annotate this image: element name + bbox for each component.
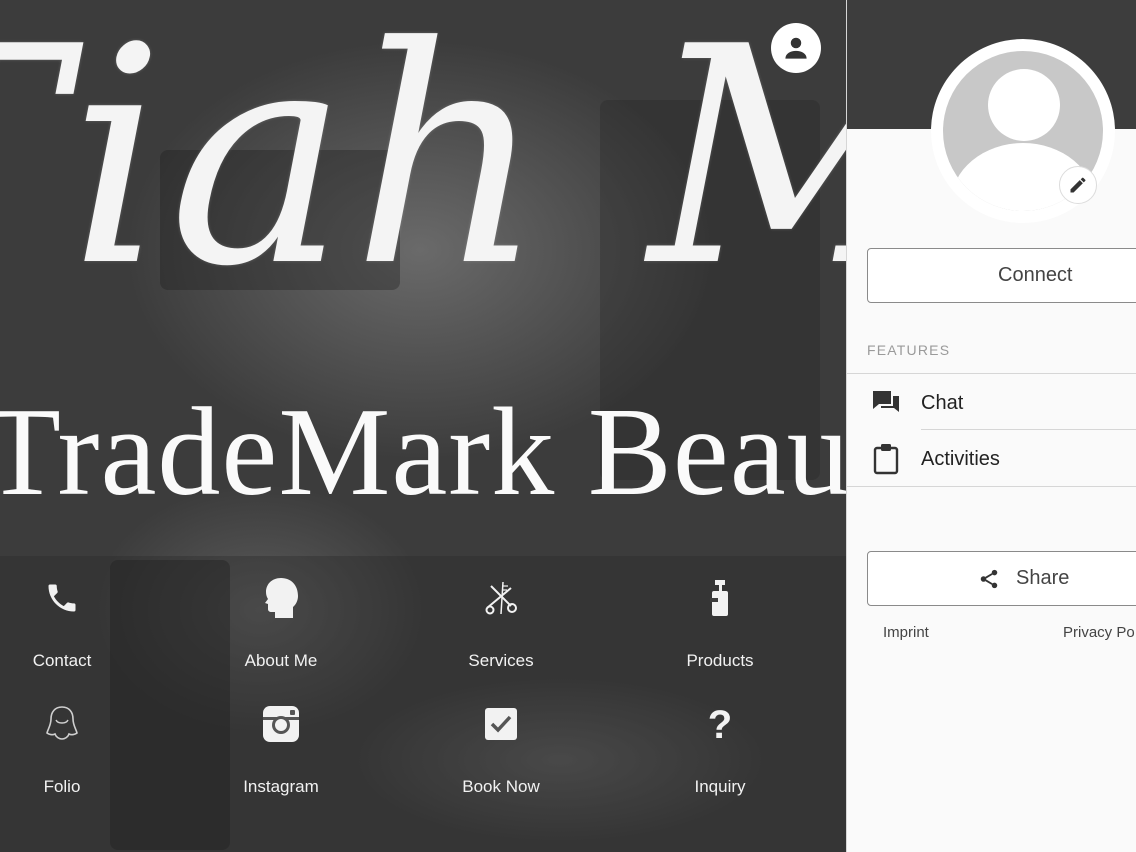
feature-label: Chat: [921, 391, 964, 414]
share-button[interactable]: Share: [867, 551, 1136, 606]
connect-button[interactable]: Connect: [867, 248, 1136, 303]
side-panel: Connect FEATURES Chat Activities Share I…: [846, 0, 1136, 852]
feature-label: Activities: [921, 447, 1000, 470]
feature-activities[interactable]: Activities: [847, 431, 1136, 487]
pencil-icon: [1070, 177, 1086, 193]
head-silhouette-icon: [259, 576, 303, 620]
menu-item-folio[interactable]: Folio: [0, 682, 172, 802]
pump-bottle-icon: [698, 576, 742, 620]
menu-label: Book Now: [462, 777, 540, 796]
menu-item-inquiry[interactable]: ? Inquiry: [610, 682, 830, 802]
imprint-link[interactable]: Imprint: [883, 624, 929, 641]
menu-label: Folio: [43, 777, 81, 796]
menu-label: Products: [686, 651, 754, 670]
salon-tagline: TradeMark Beauty: [0, 383, 846, 522]
menu-label: About Me: [244, 651, 318, 670]
chat-bubbles-icon: [869, 386, 903, 420]
header-banner: Tiah Mari TradeMark Beauty: [0, 0, 846, 556]
menu-item-instagram[interactable]: Instagram: [171, 682, 391, 802]
instagram-icon: [259, 702, 303, 746]
menu-item-book-now[interactable]: Book Now: [391, 682, 611, 802]
scissors-comb-icon: [479, 576, 523, 620]
salon-script-name: Tiah Mari: [0, 0, 846, 332]
woman-hair-icon: [40, 702, 84, 746]
checkbox-icon: [479, 702, 523, 746]
menu-item-products[interactable]: Products: [610, 556, 830, 676]
menu-item-about-me[interactable]: About Me: [171, 556, 391, 676]
privacy-policy-link[interactable]: Privacy Po: [1063, 624, 1135, 641]
divider: [847, 486, 1136, 487]
feature-chat[interactable]: Chat: [847, 375, 1136, 431]
menu-label: Contact: [32, 651, 92, 670]
phone-icon: [40, 576, 84, 620]
share-icon: [978, 568, 1000, 590]
app-content-area: Tiah Mari TradeMark Beauty Contact About…: [0, 0, 846, 852]
share-label: Share: [1016, 567, 1070, 589]
divider: [847, 373, 1136, 374]
profile-button[interactable]: [771, 23, 821, 73]
menu-label: Inquiry: [694, 777, 746, 796]
menu-item-contact[interactable]: Contact: [0, 556, 172, 676]
menu-label: Instagram: [243, 777, 319, 796]
person-icon: [785, 37, 807, 59]
menu-item-services[interactable]: Services: [391, 556, 611, 676]
question-mark-icon: ?: [698, 702, 742, 746]
svg-text:?: ?: [708, 704, 732, 744]
menu-grid: Contact About Me Services Products Folio…: [0, 556, 846, 852]
features-heading: FEATURES: [867, 342, 951, 358]
menu-label: Services: [468, 651, 534, 670]
edit-avatar-button[interactable]: [1059, 166, 1097, 204]
divider: [921, 429, 1136, 430]
connect-label: Connect: [998, 264, 1073, 286]
clipboard-icon: [869, 442, 903, 476]
